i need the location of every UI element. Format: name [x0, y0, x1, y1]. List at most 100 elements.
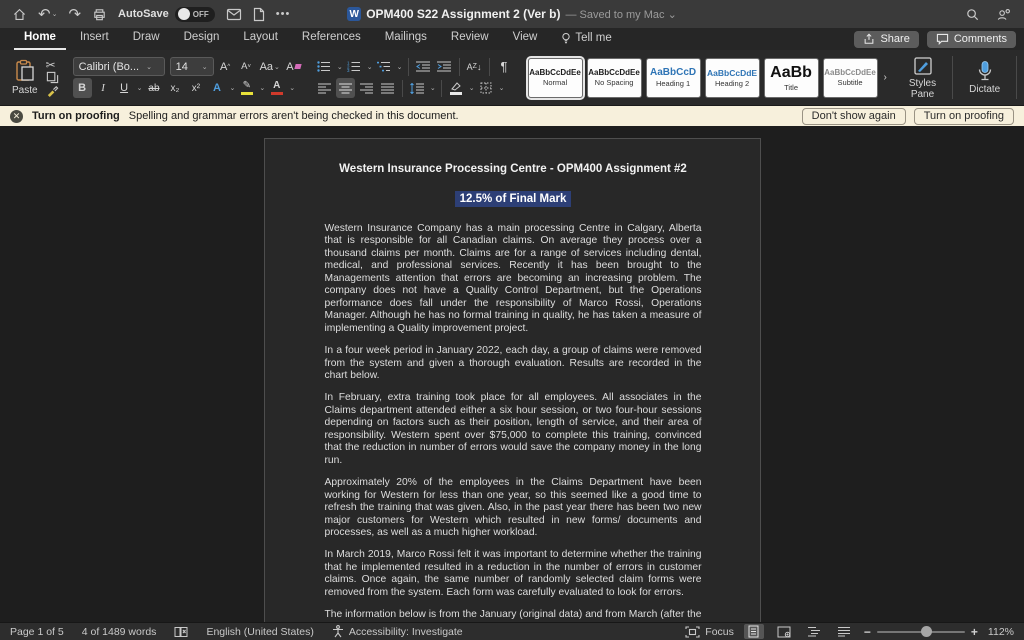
doc-paragraph-1: Western Insurance Company has a main pro… — [324, 223, 702, 334]
doc-title: Western Insurance Processing Centre - OP… — [339, 163, 687, 175]
proofing-book-icon — [174, 626, 188, 637]
tab-view[interactable]: View — [503, 28, 548, 50]
web-layout-view-button[interactable] — [774, 624, 794, 639]
proofing-message: Spelling and grammar errors aren't being… — [128, 110, 459, 122]
zoom-slider-track[interactable] — [876, 626, 965, 637]
shrink-font-button[interactable]: A ˅ — [237, 57, 256, 77]
styles-gallery-expander[interactable]: › — [882, 72, 889, 83]
style-normal[interactable]: AaBbCcDdEe Normal — [525, 55, 585, 100]
document-canvas[interactable]: Western Insurance Processing Centre - OP… — [0, 126, 1024, 622]
style-heading-1[interactable]: AaBbCcD Heading 1 — [645, 57, 701, 98]
paste-button[interactable]: Paste — [6, 57, 44, 98]
home-icon[interactable] — [12, 7, 27, 22]
tab-draw[interactable]: Draw — [123, 28, 170, 50]
mail-icon[interactable] — [226, 8, 242, 21]
turn-on-proofing-button[interactable]: Turn on proofing — [913, 107, 1014, 125]
copy-icon[interactable] — [46, 71, 59, 84]
style-subtitle[interactable]: AaBbCcDdEe Subtitle — [822, 57, 878, 98]
justify-button[interactable] — [378, 78, 397, 98]
styles-pane-button[interactable]: Styles Pane — [903, 54, 942, 102]
focus-icon — [685, 625, 700, 638]
tab-mailings[interactable]: Mailings — [375, 28, 437, 50]
document-save-status[interactable]: — Saved to my Mac ⌄ — [565, 8, 676, 21]
autosave-control[interactable]: AutoSave OFF — [118, 6, 215, 22]
print-icon[interactable] — [92, 7, 107, 22]
zoom-level[interactable]: 112% — [988, 626, 1014, 638]
outline-view-button[interactable] — [804, 624, 824, 639]
lightbulb-icon — [562, 32, 571, 43]
align-left-button[interactable] — [315, 78, 334, 98]
borders-button[interactable] — [477, 78, 496, 98]
language-indicator[interactable]: English (United States) — [206, 626, 313, 638]
tab-home[interactable]: Home — [14, 28, 66, 50]
italic-button[interactable]: I — [94, 78, 113, 98]
dont-show-again-button[interactable]: Don't show again — [801, 107, 906, 125]
zoom-in-button[interactable]: + — [971, 625, 978, 639]
dictate-button[interactable]: Dictate — [963, 58, 1006, 97]
print-layout-view-button[interactable] — [743, 624, 764, 639]
styles-gallery: AaBbCcDdEe Normal AaBbCcDdEe No Spacing … — [525, 52, 891, 103]
tab-tell-me[interactable]: Tell me — [551, 28, 621, 50]
decrease-indent-button[interactable] — [414, 57, 433, 77]
grow-font-button[interactable]: A ^ — [216, 57, 235, 77]
word-count[interactable]: 4 of 1489 words — [82, 626, 157, 638]
accessibility-status[interactable]: Accessibility: Investigate — [332, 625, 463, 638]
undo-button[interactable]: ↶ ⌄ — [38, 7, 57, 22]
sort-button[interactable]: A Z ↓ — [465, 57, 484, 77]
style-no-spacing[interactable]: AaBbCcDdEe No Spacing — [586, 57, 642, 98]
zoom-slider[interactable]: − + — [864, 625, 978, 639]
multilevel-list-button[interactable] — [375, 57, 394, 77]
style-title[interactable]: AaBb Title — [763, 57, 819, 98]
shading-button[interactable] — [447, 78, 466, 98]
align-center-button[interactable] — [335, 78, 355, 99]
underline-button[interactable]: U — [115, 78, 134, 98]
zoom-slider-knob[interactable] — [920, 626, 932, 637]
clear-formatting-button[interactable]: A — [284, 57, 303, 77]
tab-layout[interactable]: Layout — [233, 28, 288, 50]
tab-design[interactable]: Design — [174, 28, 230, 50]
tab-references[interactable]: References — [292, 28, 371, 50]
page-indicator[interactable]: Page 1 of 5 — [10, 626, 64, 638]
autosave-toggle[interactable]: OFF — [174, 6, 215, 22]
focus-mode-button[interactable]: Focus — [685, 626, 734, 638]
new-document-icon[interactable] — [253, 7, 265, 22]
tab-insert[interactable]: Insert — [70, 28, 119, 50]
change-case-button[interactable]: Aa ⌄ — [258, 57, 282, 77]
more-commands-icon[interactable]: ••• — [276, 8, 291, 20]
cut-icon[interactable]: ✂ — [46, 59, 59, 71]
draft-view-button[interactable] — [834, 624, 854, 639]
style-heading-2[interactable]: AaBbCcDdE Heading 2 — [704, 57, 760, 98]
align-right-button[interactable] — [357, 78, 376, 98]
superscript-button[interactable]: x² — [186, 78, 205, 98]
numbering-button[interactable]: 123 — [345, 57, 364, 77]
line-spacing-button[interactable] — [408, 78, 427, 98]
strikethrough-button[interactable]: ab — [144, 78, 163, 98]
increase-indent-button[interactable] — [435, 57, 454, 77]
status-bar: Page 1 of 5 4 of 1489 words English (Uni… — [0, 622, 1024, 640]
microphone-icon — [978, 61, 991, 81]
search-icon[interactable] — [965, 7, 980, 22]
font-name-select[interactable]: Calibri (Bo... ⌄ — [72, 57, 165, 77]
zoom-out-button[interactable]: − — [864, 625, 871, 639]
tab-review[interactable]: Review — [441, 28, 499, 50]
redo-button[interactable]: ↷ — [68, 7, 81, 22]
bullets-button[interactable] — [315, 57, 334, 77]
comments-button[interactable]: Comments — [926, 31, 1016, 48]
proofing-status[interactable] — [174, 626, 188, 638]
presence-icon[interactable] — [996, 7, 1012, 22]
proofing-title: Turn on proofing — [32, 110, 120, 122]
document-page[interactable]: Western Insurance Processing Centre - OP… — [263, 138, 761, 622]
proofing-error-icon: ✕ — [10, 109, 23, 123]
share-button[interactable]: Share — [854, 31, 919, 48]
font-color-button[interactable]: A — [267, 78, 286, 98]
toggle-state: OFF — [192, 9, 209, 19]
autosave-label: AutoSave — [118, 8, 169, 20]
text-effects-button[interactable]: A — [207, 78, 226, 98]
font-size-select[interactable]: 14 ⌄ — [169, 57, 214, 77]
format-painter-icon[interactable] — [46, 84, 59, 97]
highlight-color-button[interactable]: ✎ — [237, 78, 256, 98]
subscript-button[interactable]: x₂ — [165, 78, 184, 98]
show-paragraph-marks-button[interactable]: ¶ — [495, 57, 514, 77]
bold-button[interactable]: B — [72, 78, 92, 99]
ribbon: Paste ✂ Calibri (Bo... ⌄ 14 ⌄ A ^ A ˅ Aa ⌄ A — [0, 50, 1024, 106]
